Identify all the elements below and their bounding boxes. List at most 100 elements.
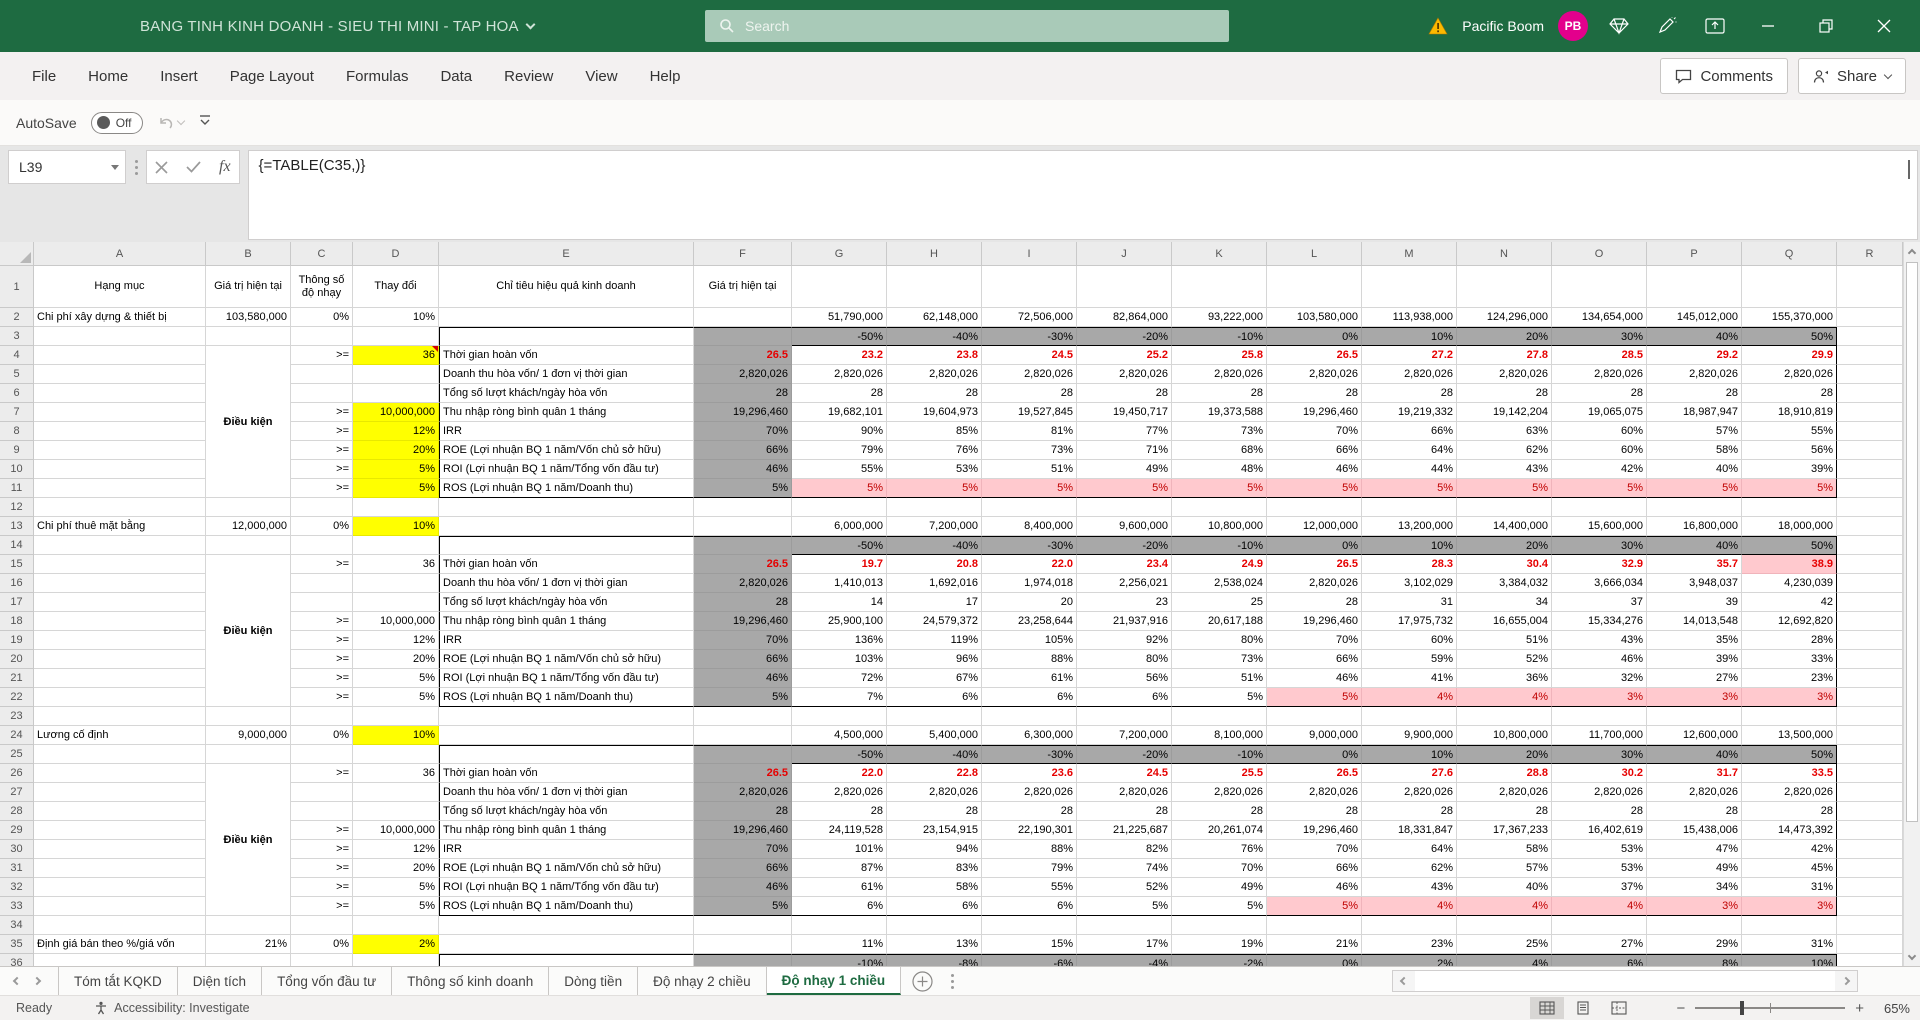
cell-B15[interactable]: Điều kiện [206,555,291,707]
cell-D5[interactable] [353,365,439,384]
row-header-2[interactable]: 2 [0,308,34,327]
cell-L8[interactable]: 70% [1267,422,1362,441]
cell-J25[interactable]: -20% [1077,745,1172,764]
col-header-K[interactable]: K [1172,242,1267,266]
cell-R29[interactable] [1837,821,1903,840]
cell-Q34[interactable] [1742,916,1837,935]
cell-M4[interactable]: 27.2 [1362,346,1457,365]
cell-E26[interactable]: Thời gian hoàn vốn [439,764,694,783]
cell-K7[interactable]: 19,373,588 [1172,403,1267,422]
row-header-6[interactable]: 6 [0,384,34,403]
menu-tab-data[interactable]: Data [428,62,484,91]
cell-R35[interactable] [1837,935,1903,954]
cell-A16[interactable] [34,574,206,593]
cell-L32[interactable]: 46% [1267,878,1362,897]
row-header-16[interactable]: 16 [0,574,34,593]
cell-K33[interactable]: 5% [1172,897,1267,916]
cell-A11[interactable] [34,479,206,498]
cell-R30[interactable] [1837,840,1903,859]
cell-Q11[interactable]: 5% [1742,479,1837,498]
cell-J12[interactable] [1077,498,1172,517]
cell-L35[interactable]: 21% [1267,935,1362,954]
cell-R19[interactable] [1837,631,1903,650]
row-header-31[interactable]: 31 [0,859,34,878]
cell-I26[interactable]: 23.6 [982,764,1077,783]
cell-I2[interactable]: 72,506,000 [982,308,1077,327]
cell-F25[interactable] [694,745,792,764]
cell-Q36[interactable]: 10% [1742,954,1837,966]
cell-F12[interactable] [694,498,792,517]
cell-Q1[interactable] [1742,266,1837,308]
menu-tab-review[interactable]: Review [492,62,565,91]
cell-O36[interactable]: 6% [1552,954,1647,966]
cell-E1[interactable]: Chỉ tiêu hiệu quả kinh doanh [439,266,694,308]
cell-J31[interactable]: 74% [1077,859,1172,878]
cell-H24[interactable]: 5,400,000 [887,726,982,745]
cell-G14[interactable]: -50% [792,536,887,555]
cell-C22[interactable]: >= [291,688,353,707]
row-header-4[interactable]: 4 [0,346,34,365]
cell-I14[interactable]: -30% [982,536,1077,555]
cell-G24[interactable]: 4,500,000 [792,726,887,745]
cell-L7[interactable]: 19,296,460 [1267,403,1362,422]
cell-R31[interactable] [1837,859,1903,878]
scroll-down-button[interactable] [1904,948,1920,966]
cell-O13[interactable]: 15,600,000 [1552,517,1647,536]
cell-E13[interactable] [439,517,694,536]
row-header-29[interactable]: 29 [0,821,34,840]
cell-B2[interactable]: 103,580,000 [206,308,291,327]
cell-A15[interactable] [34,555,206,574]
cell-M3[interactable]: 10% [1362,327,1457,346]
cell-N29[interactable]: 17,367,233 [1457,821,1552,840]
scroll-left-button[interactable] [1393,971,1415,991]
cell-L21[interactable]: 46% [1267,669,1362,688]
cell-I23[interactable] [982,707,1077,726]
cell-J23[interactable] [1077,707,1172,726]
cell-J35[interactable]: 17% [1077,935,1172,954]
cell-P6[interactable]: 28 [1647,384,1742,403]
cell-N2[interactable]: 124,296,000 [1457,308,1552,327]
cell-J36[interactable]: -4% [1077,954,1172,966]
cell-H4[interactable]: 23.8 [887,346,982,365]
cell-A29[interactable] [34,821,206,840]
cell-G16[interactable]: 1,410,013 [792,574,887,593]
cell-F32[interactable]: 46% [694,878,792,897]
cell-D21[interactable]: 5% [353,669,439,688]
cell-M17[interactable]: 31 [1362,593,1457,612]
cell-G9[interactable]: 79% [792,441,887,460]
user-name[interactable]: Pacific Boom [1462,18,1544,34]
cell-K24[interactable]: 8,100,000 [1172,726,1267,745]
cell-K9[interactable]: 68% [1172,441,1267,460]
cell-O28[interactable]: 28 [1552,802,1647,821]
cell-D15[interactable]: 36 [353,555,439,574]
cell-P25[interactable]: 40% [1647,745,1742,764]
cell-P26[interactable]: 31.7 [1647,764,1742,783]
cell-N36[interactable]: 4% [1457,954,1552,966]
cell-J14[interactable]: -20% [1077,536,1172,555]
menu-tab-home[interactable]: Home [76,62,140,91]
cell-H22[interactable]: 6% [887,688,982,707]
cell-A27[interactable] [34,783,206,802]
cell-G35[interactable]: 11% [792,935,887,954]
cell-G5[interactable]: 2,820,026 [792,365,887,384]
cell-H6[interactable]: 28 [887,384,982,403]
cell-M5[interactable]: 2,820,026 [1362,365,1457,384]
cell-P17[interactable]: 39 [1647,593,1742,612]
cell-K27[interactable]: 2,820,026 [1172,783,1267,802]
cell-N26[interactable]: 28.8 [1457,764,1552,783]
cell-A1[interactable]: Hạng mục [34,266,206,308]
cell-L24[interactable]: 9,000,000 [1267,726,1362,745]
cell-A7[interactable] [34,403,206,422]
cell-Q15[interactable]: 38.9 [1742,555,1837,574]
cell-R20[interactable] [1837,650,1903,669]
cell-Q27[interactable]: 2,820,026 [1742,783,1837,802]
cell-J13[interactable]: 9,600,000 [1077,517,1172,536]
cell-N20[interactable]: 52% [1457,650,1552,669]
cell-P5[interactable]: 2,820,026 [1647,365,1742,384]
cell-D23[interactable] [353,707,439,726]
cell-E31[interactable]: ROE (Lợi nhuận BQ 1 năm/Vốn chủ sở hữu) [439,859,694,878]
cell-M36[interactable]: 2% [1362,954,1457,966]
cell-Q5[interactable]: 2,820,026 [1742,365,1837,384]
cell-E28[interactable]: Tổng số lượt khách/ngày hòa vốn [439,802,694,821]
cell-D28[interactable] [353,802,439,821]
